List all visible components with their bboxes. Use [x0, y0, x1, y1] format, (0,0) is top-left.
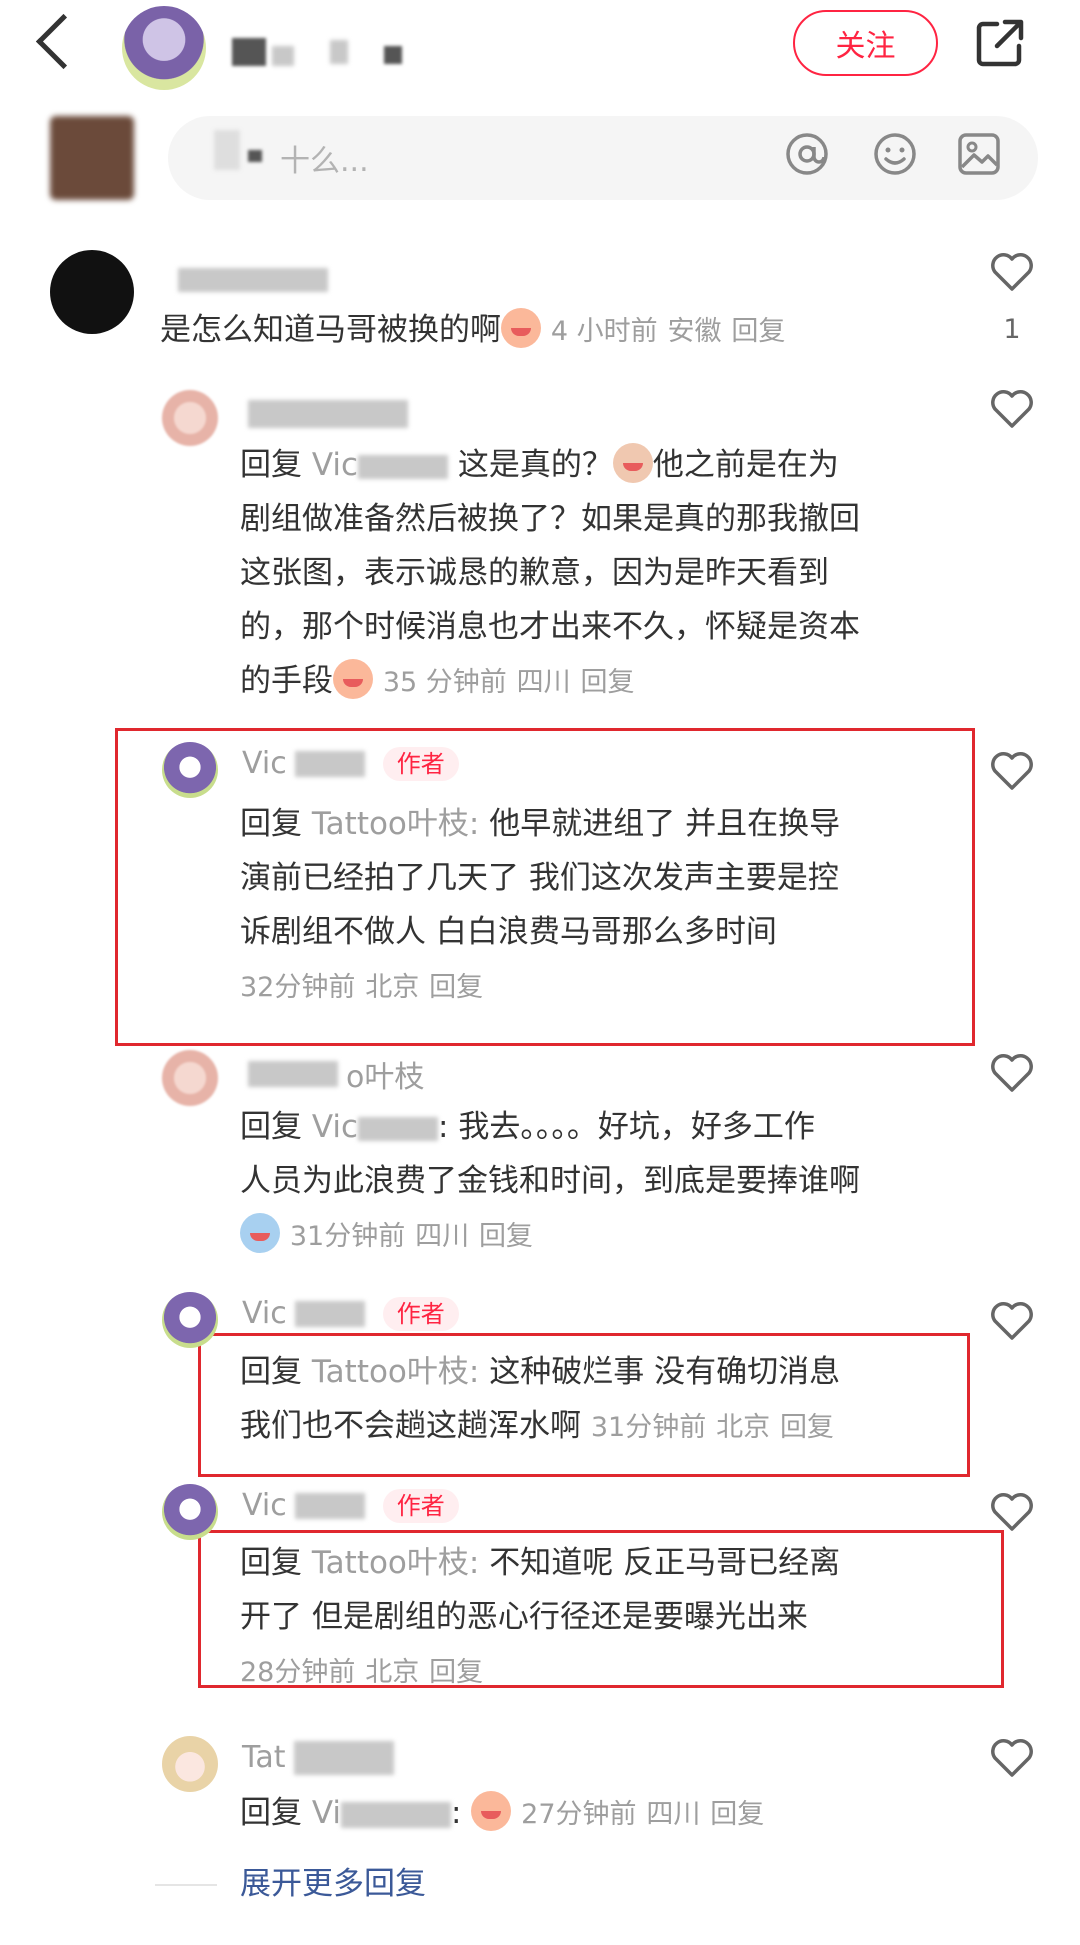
reply-username: o叶枝 — [346, 1060, 425, 1095]
crying-emoji-icon — [471, 1791, 512, 1831]
reply-avatar[interactable] — [162, 1050, 218, 1106]
crying-emoji-icon — [501, 308, 541, 348]
author-reply-avatar[interactable] — [162, 742, 218, 798]
reply-username: Tat — [242, 1740, 286, 1775]
follow-button[interactable]: 关注 — [793, 10, 938, 76]
reply-link[interactable]: 回复 — [429, 972, 483, 1003]
commenter-avatar[interactable] — [50, 250, 134, 334]
heart-icon[interactable] — [990, 1053, 1034, 1093]
reply-username-row: Vic 作者 — [242, 1488, 459, 1523]
reply-username-row: Vic 作者 — [242, 746, 459, 781]
heart-icon[interactable] — [990, 252, 1034, 292]
reply-location: 北京 — [365, 972, 420, 1003]
input-placeholder: 十么... — [280, 144, 369, 179]
comment-text: 是怎么知道马哥被换的啊 4 小时前 安徽 回复 — [160, 303, 785, 359]
reply-username-row: Tat — [242, 1740, 394, 1775]
divider-line — [155, 1884, 217, 1886]
reply-time: 31分钟前 — [289, 1221, 406, 1252]
reply-link[interactable]: 回复 — [780, 1412, 834, 1443]
reply-link[interactable]: 回复 — [710, 1799, 764, 1830]
blurred-username — [294, 1492, 365, 1519]
blurred-username — [358, 1116, 439, 1141]
blurred-username — [293, 1740, 394, 1775]
comment-time: 4 小时前 — [550, 316, 658, 347]
share-icon[interactable] — [975, 18, 1025, 68]
reply-text: 回复 Vi: 27分钟前 四川 回复 — [240, 1786, 980, 1842]
author-reply-avatar[interactable] — [162, 1484, 218, 1540]
reply-link[interactable]: 回复 — [429, 1657, 483, 1688]
reply-avatar[interactable] — [162, 1736, 218, 1792]
back-chevron-icon[interactable] — [35, 13, 92, 70]
author-tag: 作者 — [382, 1488, 459, 1523]
reply-username: Vic — [242, 746, 287, 781]
emoji-icon[interactable] — [872, 131, 918, 177]
reply-text: 回复 Tattoo叶枝: 他早就进组了 并且在换导 演前已经拍了几天了 我们这次… — [240, 806, 841, 1003]
blurred-username — [272, 46, 294, 66]
like-count: 1 — [1003, 314, 1021, 345]
blurred-username — [178, 268, 328, 292]
blurred-username — [248, 400, 408, 428]
blurred-username — [330, 40, 348, 64]
reply-location: 北京 — [365, 1657, 420, 1688]
reply-text: 回复 Tattoo叶枝: 不知道呢 反正马哥已经离 开了 但是剧组的恶心行径还是… — [240, 1545, 841, 1688]
reply-time: 31分钟前 — [590, 1412, 707, 1443]
reply-text: 回复 Vic: 我去。。。。好坑，好多工作 人员为此浪费了金钱和时间，到底是要捧… — [240, 1109, 860, 1253]
reply-link[interactable]: 回复 — [731, 316, 785, 347]
comment-location: 安徽 — [667, 316, 722, 347]
reply-text: 回复 Vic 这是真的？ 他之前是在为 剧组做准备然后被换了？如果是真的那我撤回 … — [240, 438, 960, 710]
expand-more-replies-button[interactable]: 展开更多回复 — [240, 1858, 426, 1903]
reply-location: 四川 — [516, 667, 571, 698]
author-tag: 作者 — [382, 746, 459, 781]
author-tag: 作者 — [382, 1296, 459, 1331]
reply-location: 北京 — [716, 1412, 771, 1443]
reply-location: 四川 — [415, 1221, 470, 1252]
heart-icon[interactable] — [990, 1738, 1034, 1778]
reply-username-row: o叶枝 — [248, 1052, 424, 1096]
heart-icon[interactable] — [990, 1301, 1034, 1341]
blurred-username — [384, 46, 402, 64]
reply-time: 28分钟前 — [240, 1657, 356, 1688]
blurred-username — [294, 750, 365, 777]
blurred-username — [341, 1801, 451, 1828]
blurred-username — [294, 1300, 365, 1327]
heart-icon[interactable] — [990, 1492, 1034, 1532]
reply-username: Vic — [242, 1488, 287, 1523]
mention-icon[interactable] — [784, 131, 830, 177]
reply-text: 回复 Tattoo叶枝: 这种破烂事 没有确切消息 我们也不会趟这趟浑水啊 31… — [240, 1354, 841, 1444]
reply-username-row: Vic 作者 — [242, 1296, 459, 1331]
reply-location: 四川 — [646, 1799, 701, 1830]
crying-emoji-icon — [240, 1213, 280, 1253]
reply-link[interactable]: 回复 — [581, 667, 635, 698]
reply-time: 35 分钟前 — [382, 667, 507, 698]
blurred-placeholder — [214, 130, 240, 170]
crying-emoji-icon — [333, 659, 373, 699]
heart-icon[interactable] — [990, 751, 1034, 791]
heart-icon[interactable] — [990, 389, 1034, 429]
reply-link[interactable]: 回复 — [479, 1221, 533, 1252]
my-avatar — [50, 116, 134, 200]
author-reply-avatar[interactable] — [162, 1292, 218, 1348]
blurred-username — [358, 454, 449, 479]
blurred-username — [232, 38, 266, 66]
blurred-username — [248, 1061, 338, 1087]
reply-time: 27分钟前 — [521, 1799, 637, 1830]
reply-avatar[interactable] — [162, 390, 218, 446]
blurred-placeholder — [248, 150, 262, 162]
emoji-icon — [612, 443, 653, 483]
reply-username: Vic — [242, 1296, 287, 1331]
author-avatar[interactable] — [122, 6, 206, 90]
image-icon[interactable] — [956, 131, 1002, 177]
reply-time: 32分钟前 — [240, 972, 356, 1003]
